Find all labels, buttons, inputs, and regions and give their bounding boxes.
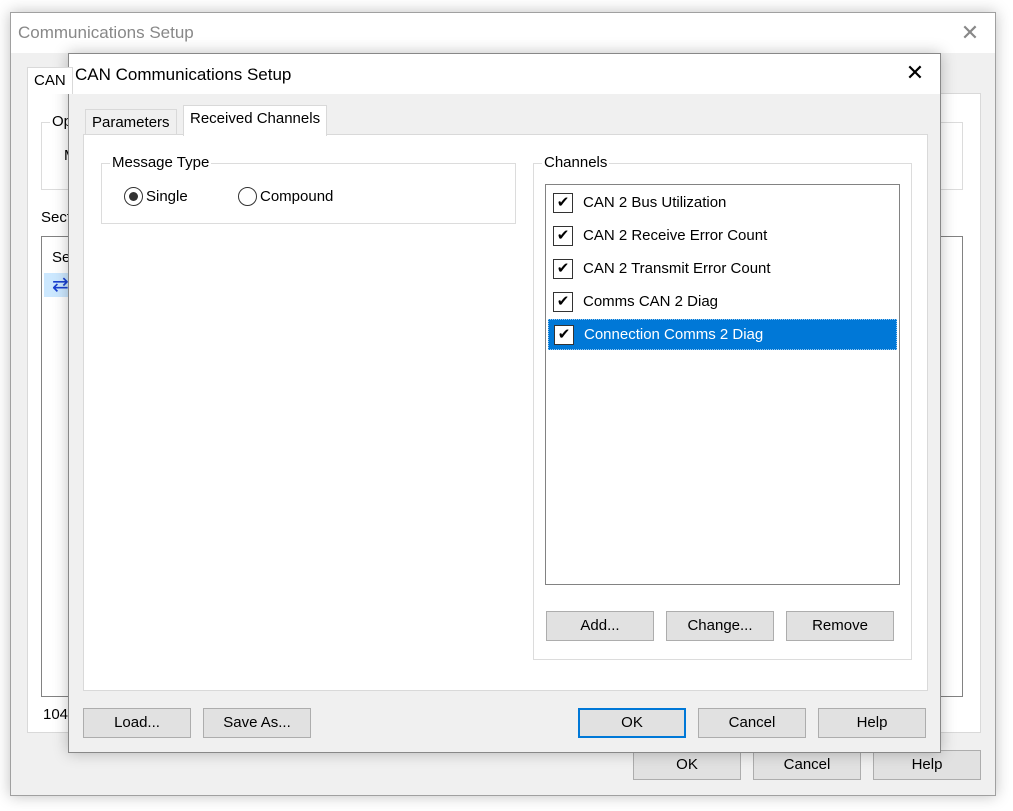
channel-item[interactable]: ✔ Comms CAN 2 Diag <box>548 286 897 317</box>
checkbox-checked-icon[interactable]: ✔ <box>553 291 573 312</box>
tab-received-channels[interactable]: Received Channels <box>183 105 328 136</box>
checkbox-checked-icon[interactable]: ✔ <box>553 225 573 246</box>
tab-can[interactable]: CAN <box>27 67 73 94</box>
close-icon[interactable]: ✕ <box>900 59 930 87</box>
message-type-label: Message Type <box>110 154 212 171</box>
load-button[interactable]: Load... <box>83 708 191 738</box>
channel-label: Comms CAN 2 Diag <box>583 293 719 310</box>
channels-group: Channels ✔ CAN 2 Bus Utilization ✔ CAN 2 R… <box>533 154 912 660</box>
radio-single[interactable]: Single <box>124 187 188 206</box>
channel-label: CAN 2 Bus Utilization <box>583 194 727 211</box>
change-button[interactable]: Change... <box>666 611 774 641</box>
tab-parameters[interactable]: Parameters <box>85 109 177 135</box>
remove-button[interactable]: Remove <box>786 611 894 641</box>
outer-title-bar: Communications Setup ✕ <box>11 13 995 53</box>
outer-cancel-button[interactable]: Cancel <box>753 750 861 780</box>
channel-label: CAN 2 Transmit Error Count <box>583 260 771 277</box>
outer-title: Communications Setup <box>18 23 194 42</box>
radio-single-label: Single <box>146 188 188 205</box>
channels-label: Channels <box>542 154 610 171</box>
status-text: 104 <box>43 706 69 723</box>
received-channels-panel: Message Type Single Compound Channels ✔ C… <box>83 134 928 691</box>
channel-label: Connection Comms 2 Diag <box>584 326 764 343</box>
section-label: Sect <box>41 209 72 226</box>
dialog-title: CAN Communications Setup <box>75 65 292 84</box>
checkbox-checked-icon[interactable]: ✔ <box>554 324 574 345</box>
radio-checked-icon <box>124 187 143 206</box>
dialog-title-bar: CAN Communications Setup ✕ <box>69 54 940 94</box>
close-icon[interactable]: ✕ <box>955 19 985 47</box>
outer-ok-button[interactable]: OK <box>633 750 741 780</box>
radio-compound-label: Compound <box>260 188 334 205</box>
checkbox-checked-icon[interactable]: ✔ <box>553 258 573 279</box>
help-button[interactable]: Help <box>818 708 926 738</box>
channel-item[interactable]: ✔ CAN 2 Receive Error Count <box>548 220 897 251</box>
channels-list[interactable]: ✔ CAN 2 Bus Utilization ✔ CAN 2 Receive Er… <box>545 184 900 585</box>
channel-item[interactable]: ✔ CAN 2 Bus Utilization <box>548 187 897 218</box>
add-button[interactable]: Add... <box>546 611 654 641</box>
can-communications-setup-dialog: CAN Communications Setup ✕ Parameters Re… <box>68 53 941 753</box>
channel-label: CAN 2 Receive Error Count <box>583 227 768 244</box>
radio-compound[interactable]: Compound <box>238 187 333 206</box>
radio-unchecked-icon <box>238 187 257 206</box>
save-as-button[interactable]: Save As... <box>203 708 311 738</box>
channel-item-selected[interactable]: ✔ Connection Comms 2 Diag <box>548 319 897 350</box>
cancel-button[interactable]: Cancel <box>698 708 806 738</box>
ok-button[interactable]: OK <box>578 708 686 738</box>
checkbox-checked-icon[interactable]: ✔ <box>553 192 573 213</box>
channel-item[interactable]: ✔ CAN 2 Transmit Error Count <box>548 253 897 284</box>
message-type-group: Message Type Single Compound <box>101 154 516 224</box>
outer-help-button[interactable]: Help <box>873 750 981 780</box>
